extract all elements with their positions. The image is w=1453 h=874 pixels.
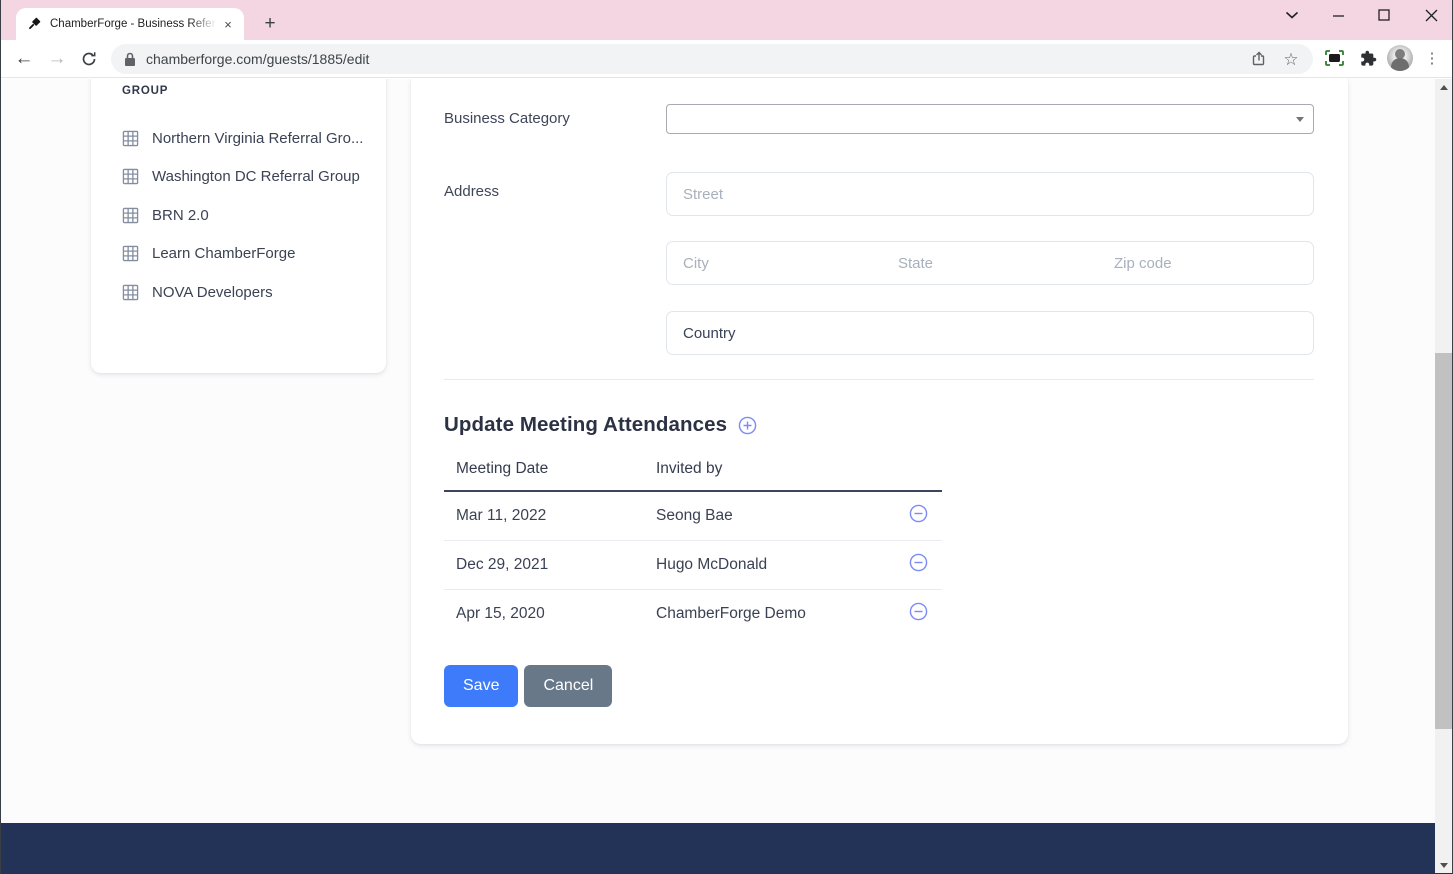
meeting-date-column-header: Meeting Date	[444, 460, 644, 491]
group-list: Northern Virginia Referral Gro... Washin…	[91, 119, 386, 312]
tab-close-icon[interactable]: ×	[220, 16, 236, 32]
country-input[interactable]	[666, 311, 1314, 355]
state-input[interactable]	[882, 241, 1099, 285]
bookmark-star-icon[interactable]: ☆	[1277, 45, 1305, 73]
sidebar-item-washington-dc[interactable]: Washington DC Referral Group	[91, 158, 386, 197]
back-button[interactable]: ←	[9, 44, 39, 74]
group-heading: GROUP	[122, 85, 168, 97]
reload-button[interactable]	[74, 44, 104, 74]
browser-menu-kebab-icon[interactable]: ⋮	[1418, 44, 1446, 72]
sidebar-item-label: Washington DC Referral Group	[152, 168, 360, 185]
invited-by-cell: Seong Bae	[644, 491, 890, 540]
sidebar-item-nova-developers[interactable]: NOVA Developers	[91, 273, 386, 312]
browser-toolbar: ← → chamberforge.com/guests/1885/edit	[1, 40, 1452, 78]
gavel-favicon-icon	[26, 16, 42, 32]
profile-avatar[interactable]	[1387, 45, 1413, 71]
titlebar: ChamberForge - Business Referra × +	[1, 0, 1452, 40]
scrollbar-up-button[interactable]	[1435, 79, 1452, 96]
screen-capture-icon	[1325, 50, 1345, 66]
page-footer	[1, 823, 1452, 874]
attendance-heading: Update Meeting Attendances	[444, 413, 727, 437]
close-window-button[interactable]	[1416, 1, 1446, 29]
sidebar-item-northern-virginia[interactable]: Northern Virginia Referral Gro...	[91, 119, 386, 158]
scrollbar-down-button[interactable]	[1435, 857, 1452, 874]
meeting-date-cell: Apr 15, 2020	[444, 589, 644, 638]
chevron-down-icon	[1296, 117, 1304, 122]
cancel-button[interactable]: Cancel	[524, 665, 612, 707]
table-row: Apr 15, 2020 ChamberForge Demo	[444, 589, 942, 638]
sidebar-item-label: NOVA Developers	[152, 284, 273, 301]
group-sidebar-card: GROUP Northern Virginia Referral Gro... …	[91, 79, 386, 373]
street-input[interactable]	[666, 172, 1314, 216]
browser-window: ChamberForge - Business Referra × + ← →	[0, 0, 1453, 874]
minimize-button[interactable]	[1323, 1, 1353, 29]
address-bar[interactable]: chamberforge.com/guests/1885/edit ☆	[111, 44, 1313, 74]
sidebar-item-label: Northern Virginia Referral Gro...	[152, 130, 363, 147]
table-row: Mar 11, 2022 Seong Bae	[444, 491, 942, 540]
grid-icon	[122, 207, 139, 224]
arrow-up-icon	[1440, 85, 1448, 90]
grid-icon	[122, 284, 139, 301]
browser-tab[interactable]: ChamberForge - Business Referra ×	[16, 8, 244, 40]
meeting-date-cell: Dec 29, 2021	[444, 540, 644, 589]
share-icon	[1251, 51, 1267, 67]
scrollbar-thumb[interactable]	[1435, 353, 1452, 729]
invited-by-cell: Hugo McDonald	[644, 540, 890, 589]
zip-code-input[interactable]	[1098, 241, 1314, 285]
remove-attendance-minus-circle-icon[interactable]	[909, 602, 928, 621]
save-button[interactable]: Save	[444, 665, 518, 707]
remove-attendance-minus-circle-icon[interactable]	[909, 553, 928, 572]
tab-title: ChamberForge - Business Referra	[50, 18, 220, 30]
business-category-label: Business Category	[444, 110, 570, 127]
attendance-section: Update Meeting Attendances Meeting Date …	[444, 413, 1314, 707]
table-header-row: Meeting Date Invited by	[444, 460, 942, 491]
table-row: Dec 29, 2021 Hugo McDonald	[444, 540, 942, 589]
actions-column-header	[890, 460, 942, 491]
grid-icon	[122, 130, 139, 147]
capture-extension-button[interactable]	[1321, 44, 1349, 72]
extensions-puzzle-icon[interactable]	[1354, 44, 1382, 72]
page-content: GROUP Northern Virginia Referral Gro... …	[1, 79, 1452, 874]
meeting-date-cell: Mar 11, 2022	[444, 491, 644, 540]
arrow-down-icon	[1440, 863, 1448, 868]
business-category-select[interactable]	[666, 104, 1314, 134]
maximize-button[interactable]	[1369, 1, 1399, 29]
sidebar-item-learn-chamberforge[interactable]: Learn ChamberForge	[91, 235, 386, 274]
section-divider	[444, 379, 1314, 380]
add-attendance-plus-circle-icon[interactable]	[738, 416, 757, 435]
address-label: Address	[444, 183, 499, 200]
invited-by-cell: ChamberForge Demo	[644, 589, 890, 638]
guest-edit-form-card: Business Category Address Update Meeting…	[411, 79, 1348, 744]
forward-button: →	[42, 44, 72, 74]
share-button[interactable]	[1245, 45, 1273, 73]
grid-icon	[122, 168, 139, 185]
tab-search-chevron-down-icon[interactable]	[1277, 1, 1307, 29]
sidebar-item-label: Learn ChamberForge	[152, 245, 295, 262]
sidebar-item-brn-2-0[interactable]: BRN 2.0	[91, 196, 386, 235]
lock-icon	[124, 52, 136, 67]
new-tab-button[interactable]: +	[257, 11, 283, 37]
sidebar-item-label: BRN 2.0	[152, 207, 209, 224]
remove-attendance-minus-circle-icon[interactable]	[909, 504, 928, 523]
url-text[interactable]: chamberforge.com/guests/1885/edit	[146, 51, 1245, 67]
city-input[interactable]	[666, 241, 883, 285]
attendance-table: Meeting Date Invited by Mar 11, 2022 Seo…	[444, 460, 942, 638]
invited-by-column-header: Invited by	[644, 460, 890, 491]
scrollbar[interactable]	[1435, 79, 1452, 874]
grid-icon	[122, 245, 139, 262]
